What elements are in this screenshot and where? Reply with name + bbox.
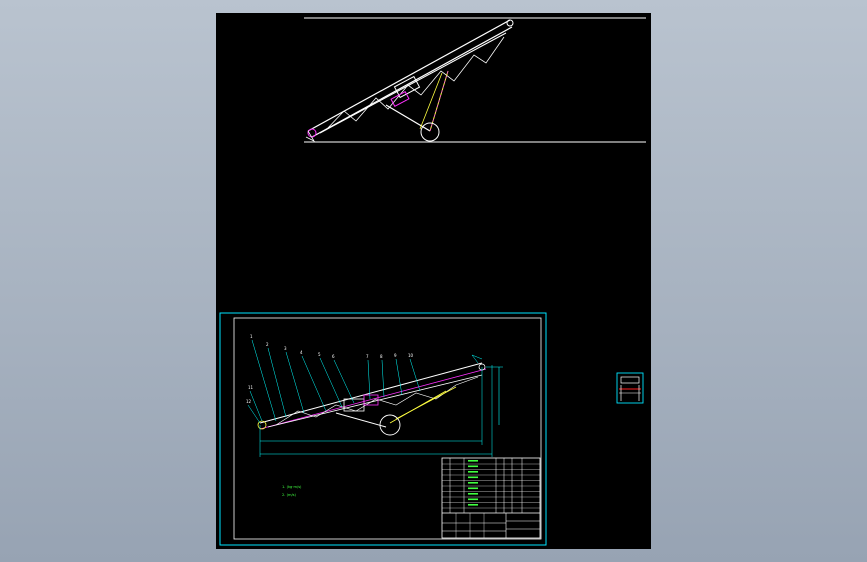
leader-line — [301, 355, 327, 412]
note-2: 2. (m/s) — [282, 493, 297, 497]
leader-line — [267, 347, 287, 418]
parts-list-table — [441, 457, 541, 539]
table-cell-glyph — [468, 460, 478, 462]
assembly-wheel — [379, 414, 401, 436]
boom-top-chord — [307, 19, 511, 132]
travel-wheel — [420, 122, 440, 142]
detail-top-block — [620, 376, 640, 384]
table-rows — [442, 463, 540, 509]
balloon-number: 8 — [380, 354, 383, 359]
assembly-strut-2 — [395, 386, 457, 420]
leader-line — [319, 357, 343, 408]
balloon-number: 10 — [408, 353, 414, 358]
table-outline — [441, 457, 541, 539]
leader-line — [409, 358, 421, 392]
assembly-motor — [343, 398, 365, 412]
conveyor-top-view — [304, 17, 646, 143]
assembly-bottom-chord — [267, 374, 483, 428]
table-cell-glyph — [468, 465, 478, 468]
leader-line — [395, 358, 403, 396]
detail-view-right — [616, 372, 644, 404]
sheet-outer-border — [219, 312, 547, 546]
balloon-number: 12 — [246, 399, 252, 404]
note-1: 1. (kg·m/s) — [282, 485, 302, 489]
table-cell-glyph — [468, 476, 478, 479]
balloon-number: 2 — [266, 342, 269, 347]
table-cell-glyph — [468, 498, 478, 501]
balloon-number: 11 — [248, 385, 254, 390]
balloon-number: 4 — [300, 350, 303, 355]
balloon-number: 6 — [332, 354, 335, 359]
assembly-support-arm — [335, 412, 387, 428]
head-pulley — [506, 19, 514, 27]
leader-line — [251, 339, 277, 422]
balloon-number: 9 — [394, 353, 397, 358]
boom-truss-web — [325, 36, 505, 131]
technical-notes: 1. (kg·m/s) 2. (m/s) — [282, 485, 302, 497]
cad-model-space[interactable]: 1 2 3 4 5 6 7 8 9 10 11 12 1. (kg·m/s) 2. (m/s) — [216, 13, 651, 549]
lower-support-arm — [385, 104, 431, 132]
balloon-number: 5 — [318, 352, 321, 357]
table-cell-glyph — [468, 504, 478, 506]
drawing-sheet: 1234 5 6 7 8 9 101112 1. (kg·m/s) 2. (m/s) — [219, 312, 547, 546]
leader-line — [285, 351, 305, 414]
leader-line — [333, 359, 355, 404]
assembly-view — [257, 354, 503, 457]
balloon-number: 1 — [250, 334, 253, 339]
leader-line — [249, 390, 263, 422]
leader-line — [247, 404, 261, 424]
balloon-number: 3 — [284, 346, 287, 351]
table-cell-glyph — [468, 493, 478, 495]
leader-line — [381, 359, 385, 398]
table-cell-text — [468, 460, 478, 506]
table-cell-glyph — [468, 482, 478, 484]
table-cell-glyph — [468, 471, 478, 473]
boom-bottom-chord — [319, 32, 507, 134]
sheet-inner-border — [233, 317, 542, 540]
drawing-canvas: 1234 5 6 7 8 9 101112 1. (kg·m/s) 2. (m/s) — [219, 17, 646, 546]
table-cell-glyph — [468, 487, 478, 490]
balloon-number: 7 — [366, 354, 369, 359]
